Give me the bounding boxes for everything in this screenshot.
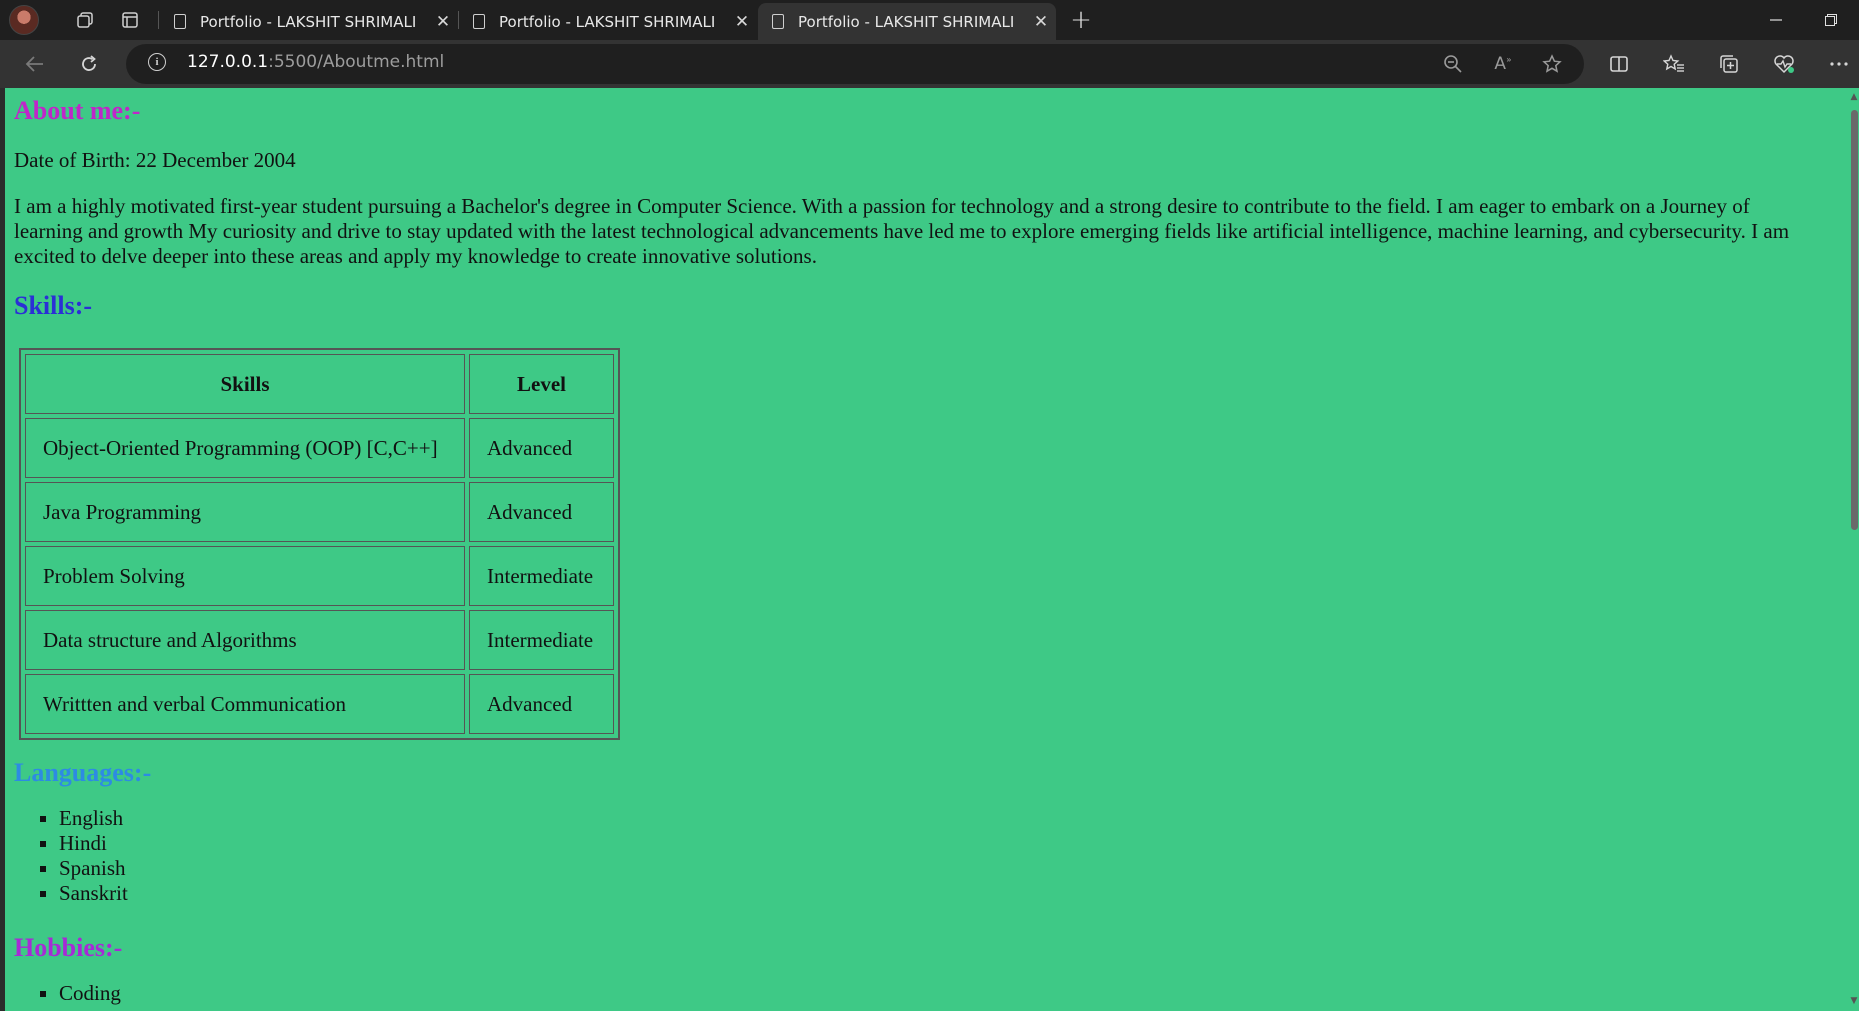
tab-2[interactable]: Portfolio - LAKSHIT SHRIMALI ✕ (459, 3, 757, 40)
date-of-birth: Date of Birth: 22 December 2004 (14, 148, 296, 172)
read-aloud-icon[interactable]: A» (1483, 40, 1523, 88)
collections-icon[interactable] (1709, 40, 1749, 88)
column-header-skills: Skills (25, 354, 465, 414)
hobbies-heading: Hobbies:- (14, 933, 123, 962)
table-header-row: Skills Level (25, 354, 614, 414)
vertical-tabs-icon[interactable] (110, 0, 150, 40)
minimize-button[interactable] (1748, 0, 1804, 40)
tab-1[interactable]: Portfolio - LAKSHIT SHRIMALI ✕ (160, 3, 458, 40)
table-row: Problem Solving Intermediate (25, 546, 614, 606)
languages-list: English Hindi Spanish Sanskrit (14, 806, 128, 906)
skills-heading: Skills:- (14, 291, 93, 320)
languages-heading: Languages:- (14, 758, 152, 787)
tab-title: Portfolio - LAKSHIT SHRIMALI (200, 12, 417, 31)
tab-separator (158, 11, 159, 29)
url-host: 127.0.0.1 (187, 52, 269, 72)
about-heading: About me:- (14, 96, 141, 125)
level-cell: Advanced (469, 482, 614, 542)
close-icon[interactable]: ✕ (1026, 12, 1056, 32)
scroll-down-arrow-icon[interactable]: ▼ (1849, 996, 1859, 1006)
tab-3-active[interactable]: Portfolio - LAKSHIT SHRIMALI ✕ (758, 3, 1056, 40)
table-row: Object-Oriented Programming (OOP) [C,C++… (25, 418, 614, 478)
tab-title: Portfolio - LAKSHIT SHRIMALI (499, 12, 716, 31)
table-row: Java Programming Advanced (25, 482, 614, 542)
intro-paragraph: I am a highly motivated first-year stude… (14, 194, 1790, 268)
more-menu-icon[interactable] (1819, 40, 1859, 88)
skills-table: Skills Level Object-Oriented Programming… (19, 348, 620, 740)
profile-button[interactable] (8, 0, 40, 40)
tab-title: Portfolio - LAKSHIT SHRIMALI (798, 12, 1015, 31)
list-item: Hindi (59, 831, 128, 856)
skill-cell: Object-Oriented Programming (OOP) [C,C++… (25, 418, 465, 478)
skill-cell: Writtten and verbal Communication (25, 674, 465, 734)
level-cell: Advanced (469, 674, 614, 734)
close-icon[interactable]: ✕ (428, 12, 458, 32)
list-item: English (59, 806, 128, 831)
list-item: Sanskrit (59, 881, 128, 906)
level-cell: Advanced (469, 418, 614, 478)
page-viewport: About me:- Date of Birth: 22 December 20… (5, 88, 1850, 1011)
hobbies-list: Coding (14, 981, 121, 1006)
browser-essentials-icon[interactable] (1764, 40, 1804, 88)
close-icon[interactable]: ✕ (727, 12, 757, 32)
url-path: :5500/Aboutme.html (268, 52, 445, 72)
skill-cell: Java Programming (25, 482, 465, 542)
page-icon (473, 14, 485, 29)
page-icon (772, 14, 784, 29)
new-tab-button[interactable]: + (1063, 0, 1099, 40)
table-row: Data structure and Algorithms Intermedia… (25, 610, 614, 670)
level-cell: Intermediate (469, 546, 614, 606)
table-row: Writtten and verbal Communication Advanc… (25, 674, 614, 734)
url-text[interactable]: 127.0.0.1:5500/Aboutme.html (187, 52, 444, 72)
split-screen-icon[interactable] (1599, 40, 1639, 88)
workspaces-icon[interactable] (66, 0, 106, 40)
restore-button[interactable] (1803, 0, 1859, 40)
back-arrow-icon[interactable] (15, 40, 55, 88)
level-cell: Intermediate (469, 610, 614, 670)
avatar (9, 5, 39, 35)
reload-icon[interactable] (69, 40, 109, 88)
skill-cell: Data structure and Algorithms (25, 610, 465, 670)
favorite-star-icon[interactable] (1532, 40, 1572, 88)
favorites-icon[interactable] (1654, 40, 1694, 88)
column-header-level: Level (469, 354, 614, 414)
list-item: Spanish (59, 856, 128, 881)
scroll-up-arrow-icon[interactable]: ▲ (1849, 92, 1859, 102)
list-item: Coding (59, 981, 121, 1006)
page-icon (174, 14, 186, 29)
site-info-icon[interactable]: i (148, 53, 166, 71)
scrollbar-thumb[interactable] (1851, 110, 1858, 530)
zoom-out-icon[interactable] (1433, 40, 1473, 88)
skill-cell: Problem Solving (25, 546, 465, 606)
